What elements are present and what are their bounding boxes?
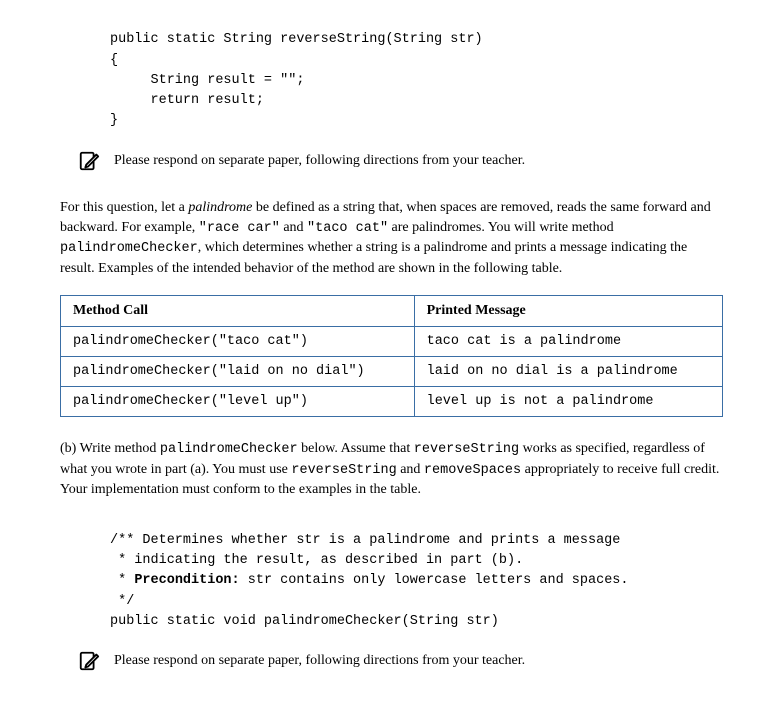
- table-cell-call: palindromeChecker("laid on no dial"): [61, 357, 415, 387]
- respond-text: Please respond on separate paper, follow…: [114, 653, 525, 669]
- table-cell-msg: level up is not a palindrome: [414, 387, 722, 417]
- table-row: palindromeChecker("level up") level up i…: [61, 387, 723, 417]
- inline-code-method: palindromeChecker: [60, 241, 198, 256]
- code-line: /** Determines whether str is a palindro…: [110, 533, 620, 548]
- code-line: * indicating the result, as described in…: [110, 553, 523, 568]
- precondition-label: Precondition:: [134, 573, 239, 588]
- inline-code-example: "race car": [199, 221, 280, 236]
- part-b-text: Write method: [76, 441, 160, 456]
- table-row: palindromeChecker("laid on no dial") lai…: [61, 357, 723, 387]
- part-b-paragraph: (b) Write method palindromeChecker below…: [60, 439, 723, 500]
- intro-paragraph: For this question, let a palindrome be d…: [60, 198, 723, 280]
- table-header-msg: Printed Message: [414, 296, 722, 327]
- code-line: public static void palindromeChecker(Str…: [110, 614, 499, 629]
- code-line: public static String reverseString(Strin…: [110, 32, 483, 47]
- code-line: String result = "";: [110, 73, 304, 88]
- page-content: public static String reverseString(Strin…: [0, 0, 783, 728]
- respond-text: Please respond on separate paper, follow…: [114, 153, 525, 169]
- code-line: {: [110, 53, 118, 68]
- palindrome-term: palindrome: [188, 200, 252, 215]
- inline-code-example: "taco cat": [307, 221, 388, 236]
- table-cell-call: palindromeChecker("level up"): [61, 387, 415, 417]
- table-row: palindromeChecker("taco cat") taco cat i…: [61, 327, 723, 357]
- code-block-reverse-string: public static String reverseString(Strin…: [110, 10, 723, 132]
- code-line: }: [110, 113, 118, 128]
- part-b-text: and: [397, 462, 424, 477]
- code-line: str contains only lowercase letters and …: [240, 573, 629, 588]
- edit-paper-icon: [78, 650, 100, 672]
- intro-text: and: [280, 220, 307, 235]
- code-line: *: [110, 573, 134, 588]
- table-cell-msg: laid on no dial is a palindrome: [414, 357, 722, 387]
- intro-text: are palindromes. You will write method: [388, 220, 614, 235]
- respond-prompt-2: Please respond on separate paper, follow…: [78, 650, 723, 672]
- table-header-row: Method Call Printed Message: [61, 296, 723, 327]
- inline-code-method: reverseString: [414, 442, 519, 457]
- code-line: return result;: [110, 93, 264, 108]
- table-cell-call: palindromeChecker("taco cat"): [61, 327, 415, 357]
- inline-code-method: reverseString: [291, 463, 396, 478]
- table-cell-msg: taco cat is a palindrome: [414, 327, 722, 357]
- code-line: */: [110, 594, 134, 609]
- respond-prompt-1: Please respond on separate paper, follow…: [78, 150, 723, 172]
- part-b-label: (b): [60, 441, 76, 456]
- intro-text: For this question, let a: [60, 200, 188, 215]
- edit-paper-icon: [78, 150, 100, 172]
- code-block-palindrome-checker: /** Determines whether str is a palindro…: [110, 511, 723, 633]
- inline-code-method: removeSpaces: [424, 463, 521, 478]
- part-b-text: below. Assume that: [298, 441, 414, 456]
- examples-table: Method Call Printed Message palindromeCh…: [60, 295, 723, 417]
- inline-code-method: palindromeChecker: [160, 442, 298, 457]
- table-header-call: Method Call: [61, 296, 415, 327]
